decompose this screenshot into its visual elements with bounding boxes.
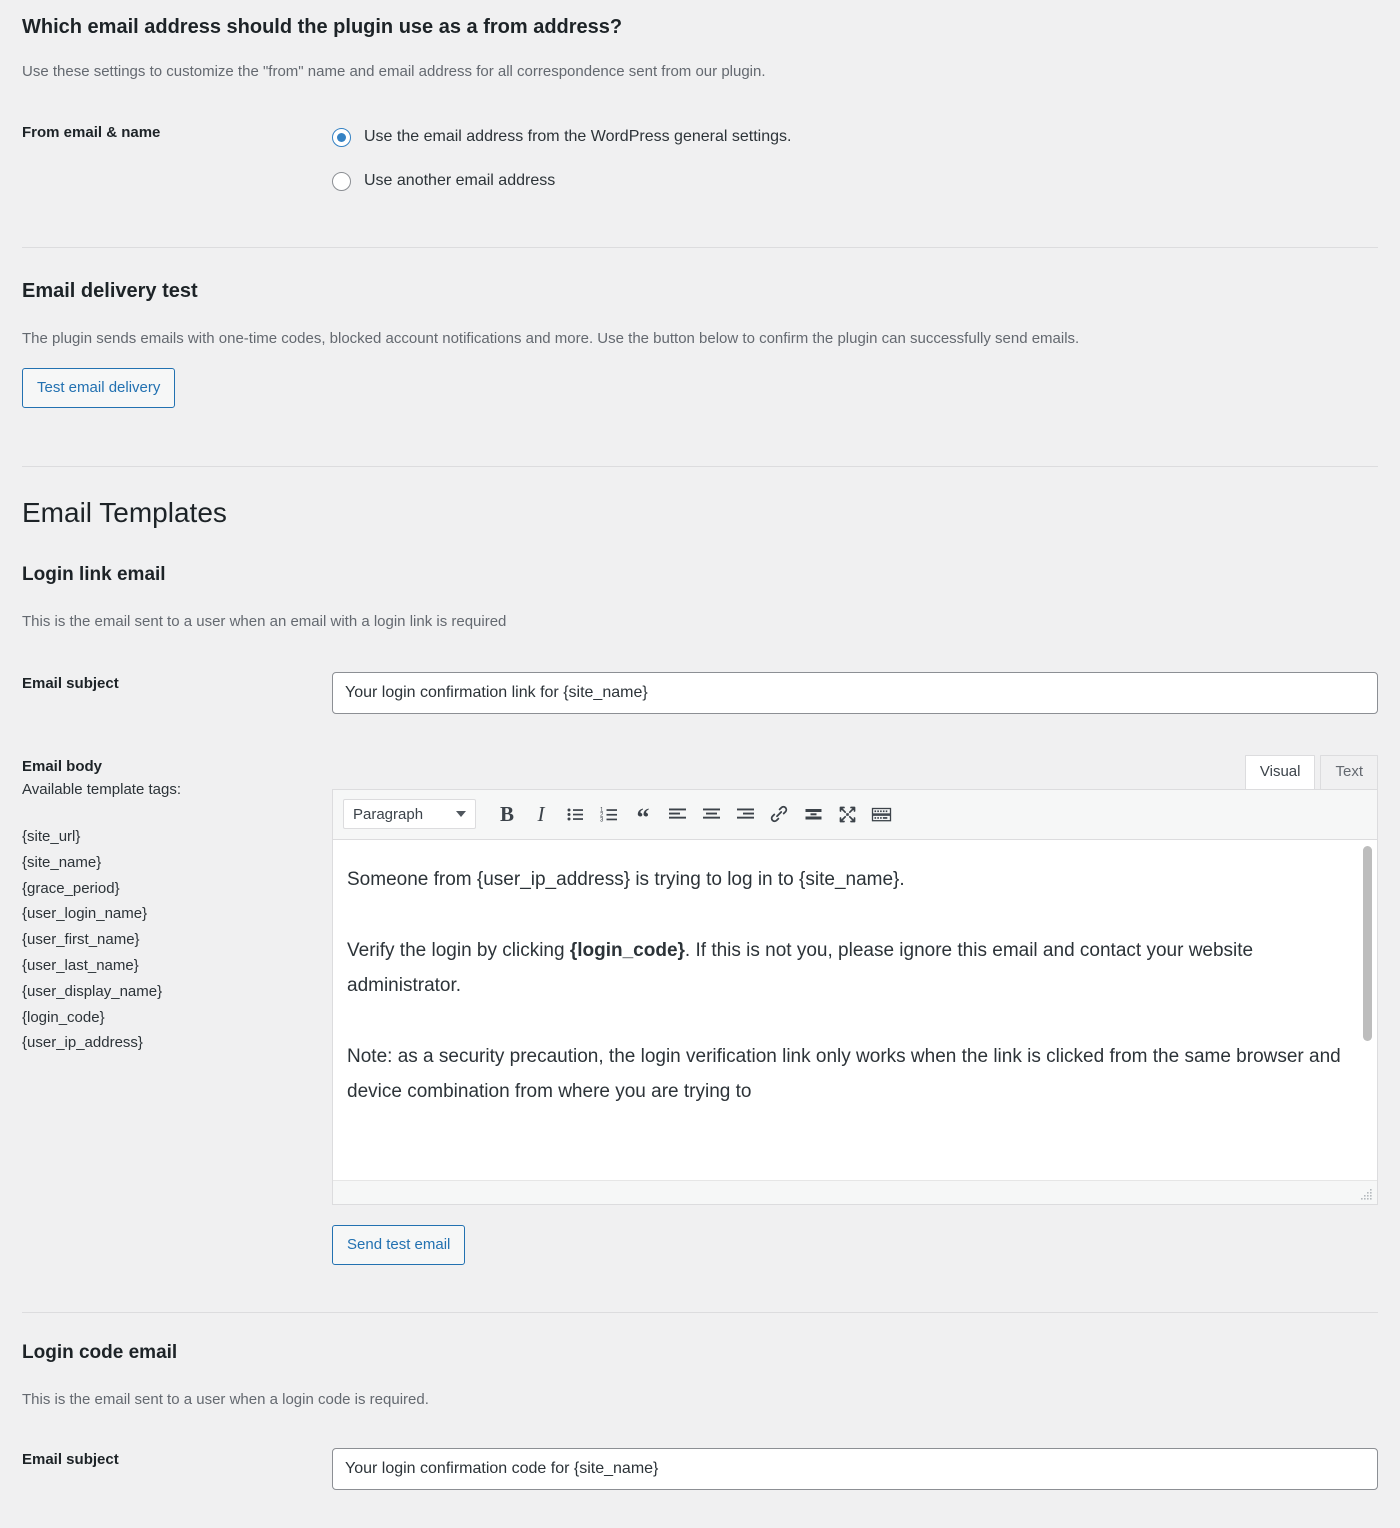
editor-scrollbar-thumb[interactable] bbox=[1363, 845, 1372, 1041]
template-tag: {user_last_name} bbox=[22, 957, 139, 975]
radio-icon-selected[interactable] bbox=[332, 128, 351, 147]
settings-page: Which email address should the plugin us… bbox=[0, 0, 1400, 1528]
login-link-email-heading: Login link email bbox=[22, 564, 166, 586]
login-link-email-description: This is the email sent to a user when an… bbox=[22, 613, 507, 631]
bold-icon[interactable]: B bbox=[490, 797, 524, 831]
login-code-email-description: This is the email sent to a user when a … bbox=[22, 1391, 429, 1409]
editor-paragraph-2-before: Verify the login by clicking bbox=[347, 939, 570, 961]
email-templates-heading: Email Templates bbox=[22, 497, 227, 528]
login-link-subject-input[interactable] bbox=[332, 671, 1378, 714]
radio-label-wp-general-settings: Use the email address from the WordPress… bbox=[364, 128, 792, 146]
insert-read-more-icon[interactable] bbox=[796, 797, 830, 831]
align-center-icon[interactable] bbox=[694, 797, 728, 831]
format-select-value: Paragraph bbox=[353, 805, 424, 823]
template-tag: {user_login_name} bbox=[22, 905, 148, 923]
login-link-subject-row: Email subject bbox=[22, 671, 1378, 714]
distraction-free-icon[interactable] bbox=[830, 797, 864, 831]
italic-icon[interactable]: I bbox=[524, 797, 558, 831]
chevron-down-icon bbox=[456, 811, 466, 818]
login-link-subject-field-wrap bbox=[332, 671, 1378, 714]
editor-paragraph-2-bold: {login_code} bbox=[569, 939, 685, 961]
svg-text:3: 3 bbox=[600, 817, 604, 823]
editor-scrollbar[interactable] bbox=[1361, 839, 1375, 1180]
login-code-subject-field-wrap bbox=[332, 1447, 1378, 1490]
resize-handle-icon[interactable] bbox=[1358, 1186, 1374, 1202]
from-email-name-row: From email & name Use the email address … bbox=[22, 121, 1378, 199]
from-address-section: Which email address should the plugin us… bbox=[22, 0, 1378, 199]
template-tag: {user_first_name} bbox=[22, 931, 140, 949]
from-address-description: Use these settings to customize the "fro… bbox=[22, 63, 766, 80]
radio-label-another-email: Use another email address bbox=[364, 172, 556, 190]
email-body-label: Email body bbox=[22, 757, 103, 775]
template-tag: {user_ip_address} bbox=[22, 1034, 143, 1052]
send-test-email-button[interactable]: Send test email bbox=[332, 1224, 466, 1265]
editor-mode-tabs: Visual Text bbox=[1240, 754, 1378, 789]
from-email-name-options: Use the email address from the WordPress… bbox=[332, 121, 1378, 199]
editor-body-text[interactable]: Someone from {user_ip_address} is trying… bbox=[333, 840, 1377, 1156]
bulleted-list-icon[interactable] bbox=[558, 797, 592, 831]
keyboard-shortcuts-icon[interactable] bbox=[864, 797, 898, 831]
login-code-subject-label: Email subject bbox=[22, 1450, 119, 1468]
template-tag: {grace_period} bbox=[22, 879, 120, 897]
wysiwyg-editor: Visual Text Paragraph B I 1 2 3 “ Someon… bbox=[332, 755, 1378, 1265]
login-link-body-sidebar: Email body Available template tags: {sit… bbox=[22, 755, 332, 1057]
tab-visual[interactable]: Visual bbox=[1244, 755, 1316, 789]
available-template-tags-label: Available template tags: bbox=[22, 780, 181, 798]
align-right-icon[interactable] bbox=[728, 797, 762, 831]
numbered-list-icon[interactable]: 1 2 3 bbox=[592, 797, 626, 831]
email-delivery-test-heading: Email delivery test bbox=[22, 279, 198, 302]
template-tag: {user_display_name} bbox=[22, 982, 163, 1000]
radio-option-another-email[interactable]: Use another email address bbox=[332, 165, 1378, 199]
template-tag: {site_url} bbox=[22, 828, 81, 846]
login-code-subject-input[interactable] bbox=[332, 1447, 1378, 1490]
from-email-name-label: From email & name bbox=[22, 123, 161, 141]
template-tags-list: {site_url} {site_name} {grace_period} {u… bbox=[22, 824, 332, 1056]
editor-content-area[interactable]: Someone from {user_ip_address} is trying… bbox=[333, 839, 1377, 1181]
editor-paragraph-3: Note: as a security precaution, the logi… bbox=[347, 1046, 1341, 1103]
radio-icon-unselected[interactable] bbox=[332, 172, 351, 191]
editor-box: Paragraph B I 1 2 3 “ Someone from {user… bbox=[332, 788, 1378, 1205]
email-templates-section: Email Templates Login link email This is… bbox=[22, 467, 1378, 1265]
format-select[interactable]: Paragraph bbox=[343, 799, 476, 830]
login-code-subject-row: Email subject bbox=[22, 1447, 1378, 1490]
login-code-email-section: Login code email This is the email sent … bbox=[22, 1313, 1378, 1490]
tab-text[interactable]: Text bbox=[1320, 755, 1378, 789]
login-code-email-heading: Login code email bbox=[22, 1341, 178, 1363]
link-icon[interactable] bbox=[762, 797, 796, 831]
email-delivery-test-description: The plugin sends emails with one-time co… bbox=[22, 329, 1080, 347]
blockquote-icon[interactable]: “ bbox=[626, 797, 660, 831]
editor-paragraph-1: Someone from {user_ip_address} is trying… bbox=[347, 868, 905, 890]
radio-option-wp-general-settings[interactable]: Use the email address from the WordPress… bbox=[332, 121, 1378, 155]
login-link-body-row: Email body Available template tags: {sit… bbox=[22, 755, 1378, 1265]
editor-paragraph-2: Verify the login by clicking {login_code… bbox=[347, 933, 1343, 1003]
editor-toolbar: Paragraph B I 1 2 3 “ bbox=[333, 789, 1377, 840]
editor-statusbar bbox=[333, 1180, 1377, 1204]
align-left-icon[interactable] bbox=[660, 797, 694, 831]
login-link-subject-label: Email subject bbox=[22, 674, 119, 692]
login-link-editor-wrap: Visual Text Paragraph B I 1 2 3 “ Someon… bbox=[332, 755, 1378, 1265]
email-delivery-test-section: Email delivery test The plugin sends ema… bbox=[22, 248, 1378, 408]
template-tag: {site_name} bbox=[22, 853, 102, 871]
test-email-delivery-button[interactable]: Test email delivery bbox=[22, 368, 176, 408]
template-tag: {login_code} bbox=[22, 1008, 105, 1026]
from-address-heading: Which email address should the plugin us… bbox=[22, 16, 623, 38]
